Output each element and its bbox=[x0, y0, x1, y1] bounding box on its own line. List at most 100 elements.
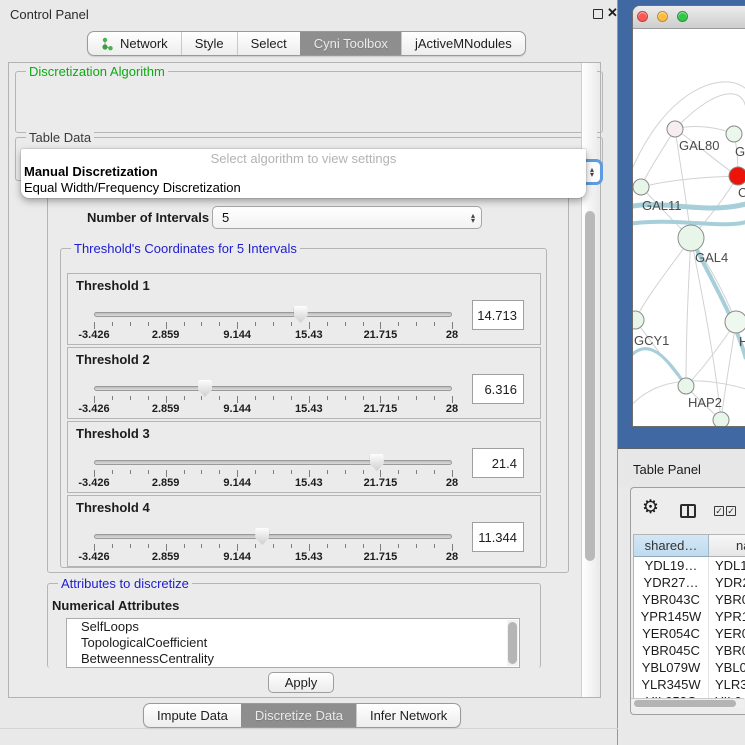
float-window-icon[interactable] bbox=[593, 9, 603, 19]
tab-select[interactable]: Select bbox=[237, 32, 300, 55]
tab-label: Style bbox=[195, 36, 224, 51]
algorithm-group-title: Discretization Algorithm bbox=[26, 64, 168, 79]
tab-style[interactable]: Style bbox=[181, 32, 237, 55]
network-node[interactable] bbox=[729, 167, 745, 185]
table-row[interactable]: YDL19…YDL1 bbox=[634, 557, 745, 574]
slider-ticks bbox=[94, 542, 452, 551]
node-label: GAL11 bbox=[642, 198, 682, 213]
network-node[interactable] bbox=[678, 378, 694, 394]
table-row[interactable]: YER054CYER0 bbox=[634, 625, 745, 642]
threshold-value-field[interactable]: 11.344 bbox=[472, 522, 524, 552]
cell-name: YDR2 bbox=[709, 574, 745, 591]
table-panel-window: ⚙ ✓ ✓ shared… na YDL19…YDL1YDR27…YDR2YBR… bbox=[630, 487, 745, 715]
table-panel-title: Table Panel bbox=[633, 462, 701, 477]
node-label: HAP2 bbox=[688, 395, 722, 410]
threshold-value-field[interactable]: 14.713 bbox=[472, 300, 524, 330]
tab-infer-network[interactable]: Infer Network bbox=[356, 704, 460, 727]
apply-button[interactable]: Apply bbox=[268, 672, 334, 693]
threshold-panel: Threshold 4-3.4262.8599.14415.4321.71528… bbox=[67, 495, 541, 567]
slider-tick-labels: -3.4262.8599.14415.4321.71528 bbox=[94, 477, 452, 490]
checkbox-icon[interactable]: ✓ bbox=[714, 506, 724, 516]
threshold-label: Threshold 1 bbox=[76, 278, 150, 293]
number-of-intervals-combobox[interactable]: 5 ▴▾ bbox=[212, 206, 482, 229]
network-icon bbox=[101, 37, 114, 51]
table-rows: YDL19…YDL1YDR27…YDR2YBR043CYBR0YPR145WYP… bbox=[634, 557, 745, 698]
cell-shared-name: YDR27… bbox=[634, 574, 709, 591]
network-window-titlebar[interactable] bbox=[633, 6, 745, 29]
node-label: GCY1 bbox=[634, 333, 669, 348]
minimize-traffic-light[interactable] bbox=[657, 11, 668, 22]
network-node[interactable] bbox=[633, 311, 644, 329]
network-node[interactable] bbox=[725, 311, 745, 333]
scrollbar-thumb[interactable] bbox=[585, 211, 595, 561]
close-traffic-light[interactable] bbox=[637, 11, 648, 22]
network-canvas[interactable]: GAL80GACGAL11GAL4GCY1HHAP2 bbox=[633, 29, 745, 427]
tab-cyni-toolbox[interactable]: Cyni Toolbox bbox=[300, 32, 401, 55]
slider-track[interactable] bbox=[94, 460, 452, 465]
threshold-value-field[interactable]: 6.316 bbox=[472, 374, 524, 404]
slider-track[interactable] bbox=[94, 386, 452, 391]
close-icon[interactable]: ✕ bbox=[607, 5, 618, 21]
cell-shared-name: YBR043C bbox=[634, 591, 709, 608]
dropdown-options: Manual DiscretizationEqual Width/Frequen… bbox=[21, 164, 586, 196]
dropdown-option[interactable]: Equal Width/Frequency Discretization bbox=[21, 180, 586, 196]
network-node[interactable] bbox=[678, 225, 704, 251]
node-label: GA bbox=[735, 144, 745, 159]
cell-shared-name: YLR345W bbox=[634, 676, 709, 693]
tab-label: Network bbox=[120, 36, 168, 51]
dropdown-prompt: Select algorithm to view settings bbox=[21, 149, 586, 164]
node-table[interactable]: shared… na YDL19…YDL1YDR27…YDR2YBR043CYB… bbox=[633, 534, 745, 698]
threshold-label: Threshold 2 bbox=[76, 352, 150, 367]
split-view-icon[interactable] bbox=[680, 504, 696, 518]
tab-network[interactable]: Network bbox=[88, 32, 181, 55]
threshold-panel: Threshold 1 -3.4262.8599.14415.4321.71528… bbox=[67, 273, 541, 345]
table-row[interactable]: YBR045CYBR0 bbox=[634, 642, 745, 659]
attribute-list-item[interactable]: BetweennessCentrality bbox=[67, 651, 519, 667]
table-row[interactable]: YLR345WYLR3 bbox=[634, 676, 745, 693]
checkbox-icon[interactable]: ✓ bbox=[726, 506, 736, 516]
cell-name: YPR1 bbox=[709, 608, 745, 625]
list-scrollbar[interactable] bbox=[507, 620, 518, 666]
cell-shared-name: YDL19… bbox=[634, 557, 709, 574]
tab-impute-data[interactable]: Impute Data bbox=[144, 704, 241, 727]
table-horizontal-scrollbar[interactable] bbox=[631, 698, 744, 708]
interval-definition-groupbox: Interval Definition Number of Intervals … bbox=[47, 193, 569, 573]
node-label: GAL80 bbox=[679, 138, 719, 153]
node-label: H bbox=[739, 334, 745, 349]
network-node[interactable] bbox=[633, 179, 649, 195]
zoom-traffic-light[interactable] bbox=[677, 11, 688, 22]
tab-label: Cyni Toolbox bbox=[314, 36, 388, 51]
threshold-panel: Threshold 2 -3.4262.8599.14415.4321.71528… bbox=[67, 347, 541, 419]
table-row[interactable]: YBR043CYBR0 bbox=[634, 591, 745, 608]
column-header-name[interactable]: na bbox=[709, 535, 745, 557]
table-row[interactable]: YPR145WYPR1 bbox=[634, 608, 745, 625]
network-node[interactable] bbox=[726, 126, 742, 142]
tab-jactivemnodules[interactable]: jActiveMNodules bbox=[401, 32, 525, 55]
window-title: Control Panel bbox=[10, 7, 89, 22]
slider-track[interactable] bbox=[94, 534, 452, 539]
network-view-window: GAL80GACGAL11GAL4GCY1HHAP2 bbox=[632, 5, 745, 427]
threshold-panel: Threshold 3-3.4262.8599.14415.4321.71528… bbox=[67, 421, 541, 493]
attribute-list-item[interactable]: SelfLoops bbox=[67, 619, 519, 635]
column-header-shared-name[interactable]: shared… bbox=[634, 535, 709, 557]
attribute-list-item[interactable]: TopologicalCoefficient bbox=[67, 635, 519, 651]
cell-name: YBR0 bbox=[709, 642, 745, 659]
network-node[interactable] bbox=[713, 412, 729, 427]
tab-discretize-data[interactable]: Discretize Data bbox=[241, 704, 356, 727]
top-tab-bar: Network Style Select Cyni Toolbox jActiveMNo… bbox=[87, 31, 526, 56]
slider-tick-labels: -3.4262.8599.14415.4321.71528 bbox=[94, 403, 452, 416]
network-node[interactable] bbox=[667, 121, 683, 137]
control-panel-window: Control Panel ✕ Network Style Select Cyni T… bbox=[0, 0, 618, 745]
dropdown-option[interactable]: Manual Discretization bbox=[21, 164, 586, 180]
thresholds-groupbox: Threshold's Coordinates for 5 Intervals … bbox=[60, 248, 547, 568]
threshold-value-field[interactable]: 21.4 bbox=[472, 448, 524, 478]
slider-track[interactable] bbox=[94, 312, 452, 317]
slider-ticks bbox=[94, 468, 452, 477]
number-of-intervals-value: 5 bbox=[222, 210, 229, 225]
slider-tick-labels: -3.4262.8599.14415.4321.71528 bbox=[94, 329, 452, 342]
gear-icon[interactable]: ⚙ bbox=[642, 496, 659, 519]
table-row[interactable]: YBL079WYBL0 bbox=[634, 659, 745, 676]
table-row[interactable]: YDR27…YDR2 bbox=[634, 574, 745, 591]
numerical-attributes-list[interactable]: SelfLoopsTopologicalCoefficientBetweenne… bbox=[66, 618, 520, 668]
scrollbar-thumb[interactable] bbox=[634, 700, 736, 707]
